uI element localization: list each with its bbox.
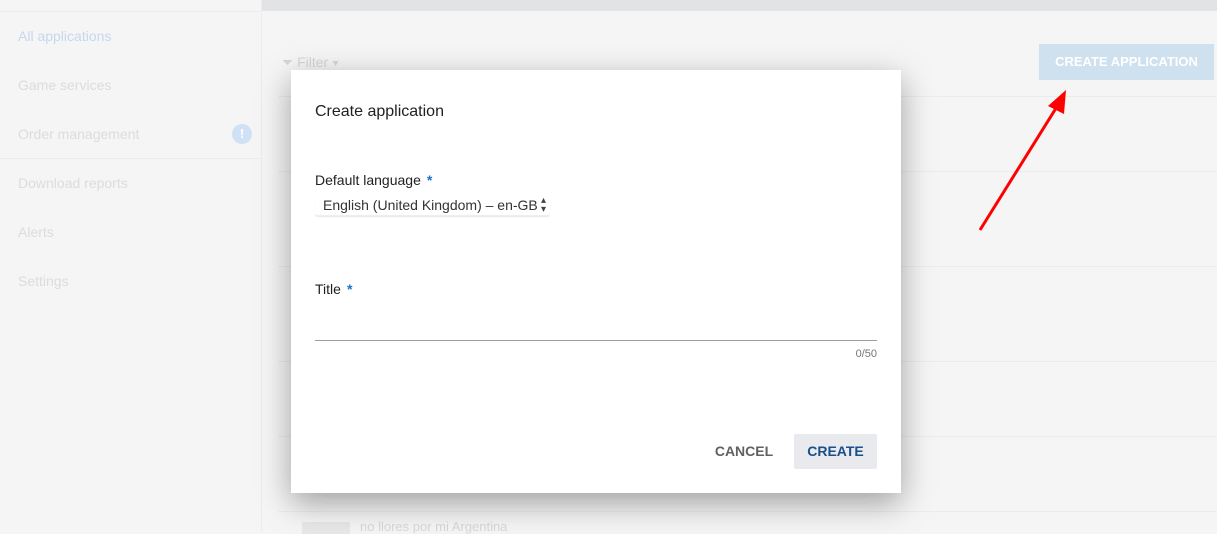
title-label: Title * — [315, 281, 353, 297]
dialog-title: Create application — [315, 103, 444, 120]
select-arrows-icon: ▴ ▾ — [540, 195, 546, 215]
default-language-label: Default language * — [315, 172, 433, 188]
default-language-select[interactable]: English (United Kingdom) – en-GB ▴ ▾ — [315, 194, 550, 216]
cancel-button[interactable]: CANCEL — [705, 434, 783, 469]
title-input[interactable] — [315, 310, 877, 341]
required-mark: * — [426, 172, 433, 188]
create-button[interactable]: CREATE — [794, 434, 877, 469]
create-application-dialog: Create application Default language * Eng… — [291, 70, 901, 493]
language-value: English (United Kingdom) – en-GB — [323, 197, 538, 213]
required-mark: * — [346, 281, 353, 297]
character-counter: 0/50 — [855, 348, 877, 360]
